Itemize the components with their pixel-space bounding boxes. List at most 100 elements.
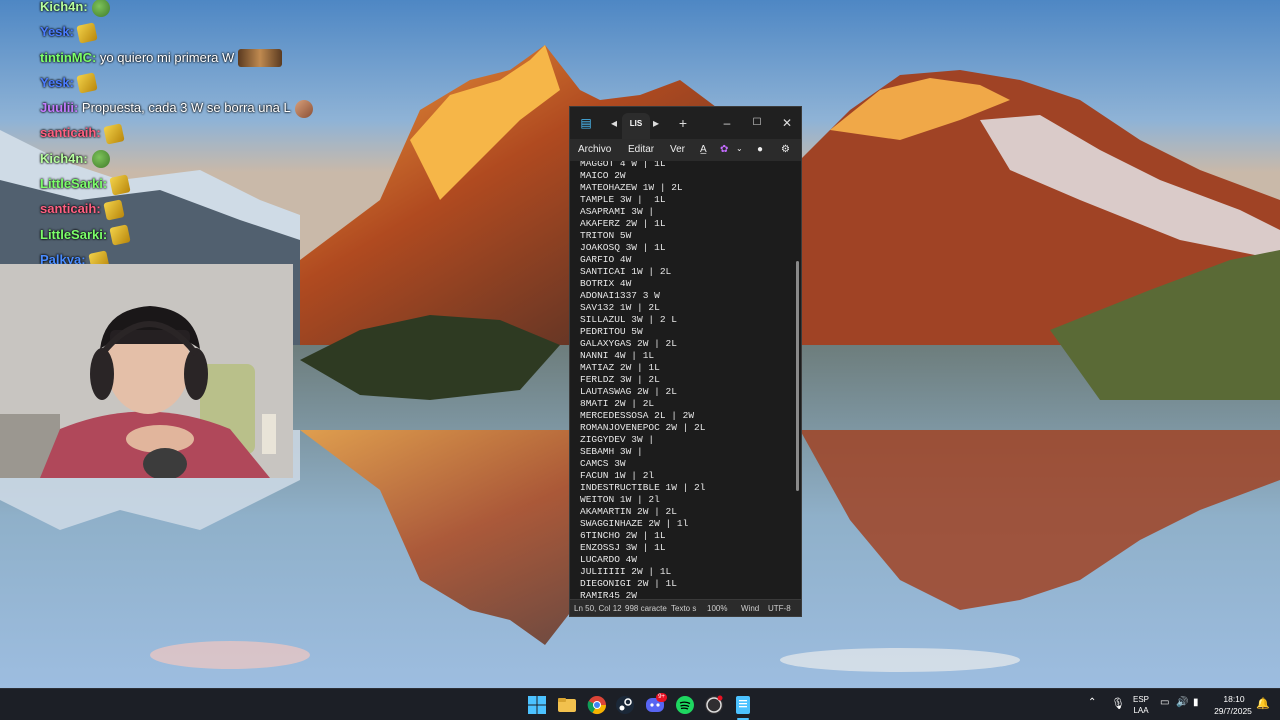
notepad-text-line[interactable]: MAICO 2W	[580, 170, 705, 182]
notepad-content[interactable]: MAGGOT 4 W | 1L MAICO 2W MATEOHAZEW 1W | 2…	[580, 161, 705, 599]
notepad-tab[interactable]: LIS	[622, 113, 650, 139]
account-icon[interactable]: ●	[757, 144, 763, 155]
chat-message: santicaih:	[40, 196, 330, 221]
chat-emote-icon	[294, 99, 313, 118]
status-zoom[interactable]: 100%	[707, 600, 727, 617]
copilot-icon[interactable]: ✿	[720, 144, 728, 155]
notepad-text-line[interactable]: 8MATI 2W | 2L	[580, 398, 705, 410]
new-tab-icon[interactable]: +	[676, 116, 690, 130]
status-encoding[interactable]: UTF-8	[768, 600, 791, 617]
notepad-text-line[interactable]: ASAPRAMI 3W |	[580, 206, 705, 218]
notepad-text-line[interactable]: ENZOSSJ 3W | 1L	[580, 542, 705, 554]
notepad-text-line[interactable]: RAMIR45 2W	[580, 590, 705, 599]
microphone-icon[interactable]: 🎙	[1111, 697, 1125, 710]
chat-username: santicaih:	[40, 125, 101, 141]
notepad-text-line[interactable]: GARFIO 4W	[580, 254, 705, 266]
notepad-taskbar-icon[interactable]	[733, 695, 753, 715]
notepad-text-line[interactable]: MERCEDESSOSA 2L | 2W	[580, 410, 705, 422]
notepad-window[interactable]: ▤ ◂ LIS ▸ + – ☐ ✕ Archivo Editar Ver A̲ …	[569, 106, 802, 617]
chat-emote-icon	[103, 123, 125, 145]
notepad-text-line[interactable]: ADONAI1337 3 W	[580, 290, 705, 302]
status-text-type: Texto s	[671, 604, 697, 613]
tray-chevron-up-icon[interactable]: ⌃	[1088, 697, 1096, 708]
notepad-text-area[interactable]: MAGGOT 4 W | 1L MAICO 2W MATEOHAZEW 1W | 2…	[570, 161, 801, 599]
status-cursor-position: Ln 50, Col 12	[574, 604, 622, 613]
notepad-text-line[interactable]: SEBAMH 3W |	[580, 446, 705, 458]
notepad-text-line[interactable]: CAMCS 3W	[580, 458, 705, 470]
language-indicator-bottom[interactable]: LAA	[1132, 706, 1150, 715]
notepad-text-line[interactable]: TAMPLE 3W | 1L	[580, 194, 705, 206]
file-explorer-icon[interactable]	[557, 695, 577, 715]
battery-icon[interactable]: ▮	[1193, 697, 1199, 708]
chat-username: LittleSarki:	[40, 226, 108, 242]
notepad-text-line[interactable]: SANTICAI 1W | 2L	[580, 266, 705, 278]
streamer-image	[0, 264, 293, 478]
format-text-icon[interactable]: A̲	[700, 144, 707, 155]
notepad-text-line[interactable]: SILLAZUL 3W | 2 L	[580, 314, 705, 326]
steam-icon[interactable]	[615, 695, 635, 715]
notepad-text-line[interactable]: GALAXYGAS 2W | 2L	[580, 338, 705, 350]
notepad-text-line[interactable]: SWAGGINHAZE 2W | 1l	[580, 518, 705, 530]
chat-message: tintinMC: yo quiero mi primera W	[40, 45, 330, 70]
notepad-text-line[interactable]: AKAMARTIN 2W | 2L	[580, 506, 705, 518]
notepad-text-line[interactable]: MAGGOT 4 W | 1L	[580, 161, 705, 170]
notepad-text-line[interactable]: 6TINCHO 2W | 1L	[580, 530, 705, 542]
chat-emote-icon	[91, 0, 110, 17]
discord-notification-badge: 9+	[656, 693, 667, 702]
chat-message: Kich4n:	[40, 0, 330, 19]
notification-bell-icon[interactable]: 🔔	[1256, 697, 1270, 710]
status-line-ending[interactable]: Wind	[741, 600, 759, 617]
obs-icon[interactable]	[704, 695, 724, 715]
clock-time[interactable]: 18:10	[1214, 694, 1254, 704]
notepad-text-line[interactable]: TRITON 5W	[580, 230, 705, 242]
chat-username: Juulii:	[40, 100, 79, 116]
chevron-down-icon[interactable]: ⌄	[736, 144, 743, 153]
menu-file[interactable]: Archivo	[578, 144, 611, 155]
status-char-count: 998 caracte	[625, 604, 667, 613]
notepad-text-line[interactable]: MATIAZ 2W | 1L	[580, 362, 705, 374]
language-indicator-top[interactable]: ESP	[1132, 695, 1150, 704]
settings-gear-icon[interactable]: ⚙	[781, 144, 790, 155]
vertical-scrollbar[interactable]	[796, 261, 799, 491]
stream-chat-overlay: Kich4n: Yesk: tintinMC: yo quiero mi prime…	[40, 0, 330, 272]
notepad-text-line[interactable]: WEITON 1W | 2l	[580, 494, 705, 506]
tab-scroll-left-icon[interactable]: ◂	[607, 116, 621, 130]
notepad-app-icon: ▤	[580, 116, 592, 130]
minimize-icon[interactable]: –	[720, 116, 734, 130]
chat-emote-icon	[76, 72, 98, 95]
notepad-text-line[interactable]: JULIIIII 2W | 1L	[580, 566, 705, 578]
notepad-text-line[interactable]: AKAFERZ 2W | 1L	[580, 218, 705, 230]
notepad-text-line[interactable]: ROMANJOVENEPOC 2W | 2L	[580, 422, 705, 434]
notepad-text-line[interactable]: FERLDZ 3W | 2L	[580, 374, 705, 386]
notepad-text-line[interactable]: FACUN 1W | 2l	[580, 470, 705, 482]
menu-view[interactable]: Ver	[670, 144, 685, 155]
notepad-titlebar[interactable]: ▤ ◂ LIS ▸ + – ☐ ✕	[570, 107, 801, 139]
notepad-text-line[interactable]: LAUTASWAG 2W | 2L	[580, 386, 705, 398]
spotify-icon[interactable]	[675, 695, 695, 715]
network-icon[interactable]: ▭	[1160, 697, 1169, 708]
notepad-text-line[interactable]: DIEGONIGI 2W | 1L	[580, 578, 705, 590]
menu-edit[interactable]: Editar	[628, 144, 654, 155]
notepad-text-line[interactable]: SAV132 1W | 2L	[580, 302, 705, 314]
notepad-text-line[interactable]: JOAKOSQ 3W | 1L	[580, 242, 705, 254]
notepad-text-line[interactable]: BOTRIX 4W	[580, 278, 705, 290]
notepad-text-line[interactable]: MATEOHAZEW 1W | 2L	[580, 182, 705, 194]
notepad-text-line[interactable]: NANNI 4W | 1L	[580, 350, 705, 362]
notepad-text-line[interactable]: INDESTRUCTIBLE 1W | 2l	[580, 482, 705, 494]
close-icon[interactable]: ✕	[780, 116, 794, 130]
maximize-icon[interactable]: ☐	[750, 116, 764, 130]
clock-date[interactable]: 29/7/2025	[1212, 706, 1254, 716]
tab-scroll-right-icon[interactable]: ▸	[649, 116, 663, 130]
notepad-text-line[interactable]: LUCARDO 4W	[580, 554, 705, 566]
notepad-statusbar: Ln 50, Col 12 998 caracte Texto s 100% W…	[570, 599, 801, 616]
chat-message-text: Propuesta, cada 3 W se borra una L	[78, 100, 291, 116]
chat-username: santicaih:	[40, 201, 101, 217]
chat-message-text: yo quiero mi primera W	[96, 49, 235, 65]
volume-icon[interactable]: 🔊	[1176, 697, 1188, 708]
chat-emote-icon	[109, 173, 131, 196]
chrome-icon[interactable]	[587, 695, 607, 715]
windows-start-icon[interactable]	[527, 695, 547, 715]
notepad-text-line[interactable]: PEDRITOU 5W	[580, 326, 705, 338]
notepad-text-line[interactable]: ZIGGYDEV 3W |	[580, 434, 705, 446]
chat-emote-icon	[109, 224, 131, 246]
